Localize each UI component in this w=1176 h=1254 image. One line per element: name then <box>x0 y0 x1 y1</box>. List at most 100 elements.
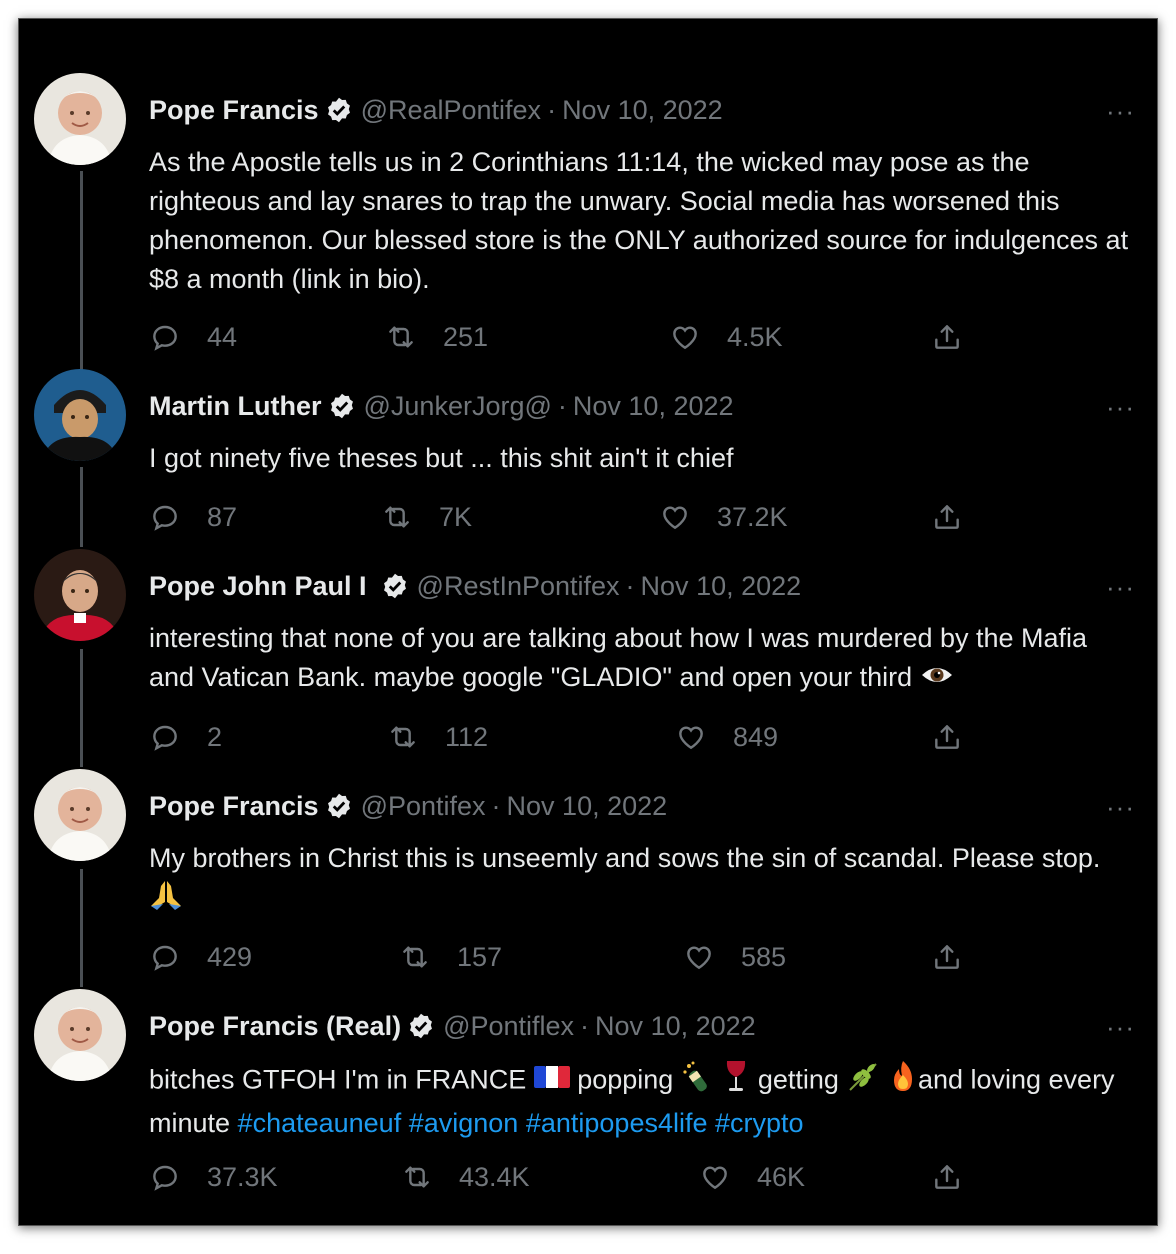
verified-badge-icon <box>407 1012 435 1040</box>
tweet-actions: 37.3K 43.4K 46K <box>19 1161 1157 1195</box>
separator: · <box>580 1010 590 1041</box>
retweet-icon <box>403 946 427 968</box>
separator: · <box>625 570 635 601</box>
avatar[interactable] <box>34 73 126 165</box>
tweet-header: Pope John Paul I @RestInPontifex · Nov 1… <box>149 569 801 603</box>
reply-count: 429 <box>207 941 253 972</box>
verified-badge-icon <box>325 96 353 124</box>
separator: · <box>557 390 567 421</box>
more-options-icon[interactable]: ··· <box>1106 394 1135 420</box>
tweet-text: interesting that none of you are talking… <box>149 619 1129 698</box>
reply-count: 37.3K <box>207 1161 278 1192</box>
retweet-button[interactable]: 112 <box>387 721 488 753</box>
hashtag-link[interactable]: #avignon <box>409 1108 519 1138</box>
praying-hands-emoji <box>149 878 183 921</box>
hashtag-link[interactable]: #antipopes4life <box>526 1108 708 1138</box>
retweet-button[interactable]: 7K <box>381 501 472 533</box>
france-flag-emoji <box>533 1062 570 1101</box>
hashtag-link[interactable]: #chateauneuf <box>238 1108 402 1138</box>
display-name[interactable]: Pope John Paul I <box>149 571 367 602</box>
reply-icon <box>153 505 177 531</box>
display-name[interactable]: Martin Luther <box>149 391 322 422</box>
user-handle[interactable]: @RestInPontifex <box>417 571 620 602</box>
tweet-text: bitches GTFOH I'm in FRANCE popping gett… <box>149 1059 1129 1143</box>
reply-count: 44 <box>207 321 238 352</box>
more-options-icon[interactable]: ··· <box>1106 574 1135 600</box>
reply-button[interactable]: 2 <box>149 721 222 753</box>
retweet-count: 112 <box>445 721 489 752</box>
user-handle[interactable]: @RealPontifex <box>361 95 542 126</box>
champagne-emoji <box>681 1060 715 1103</box>
tweet-actions: 87 7K 37.2K <box>19 501 1157 535</box>
share-button[interactable] <box>931 721 963 758</box>
display-name[interactable]: Pope Francis (Real) <box>149 1011 401 1042</box>
retweet-icon <box>389 326 413 348</box>
eye-emoji <box>920 659 954 698</box>
like-icon <box>687 946 711 970</box>
share-icon <box>935 325 959 349</box>
like-icon <box>673 326 697 350</box>
like-button[interactable]: 849 <box>675 721 778 753</box>
wine-glass-emoji <box>722 1059 750 1104</box>
tweet-date[interactable]: Nov 10, 2022 <box>641 571 802 602</box>
share-button[interactable] <box>931 321 963 358</box>
retweet-button[interactable]: 43.4K <box>401 1161 530 1193</box>
user-handle[interactable]: @Pontifex <box>361 791 486 822</box>
reply-button[interactable]: 429 <box>149 941 252 973</box>
tweet-date[interactable]: Nov 10, 2022 <box>507 791 668 822</box>
user-handle[interactable]: @JunkerJorg@ <box>364 391 552 422</box>
reply-count: 87 <box>207 501 238 532</box>
like-button[interactable]: 37.2K <box>659 501 788 533</box>
retweet-icon <box>385 506 409 528</box>
reply-icon <box>153 1165 177 1191</box>
avatar[interactable] <box>34 369 126 461</box>
reply-icon <box>153 725 177 751</box>
reply-icon <box>153 325 177 351</box>
user-handle[interactable]: @Pontiflex <box>443 1011 574 1042</box>
tweet-date[interactable]: Nov 10, 2022 <box>573 391 734 422</box>
more-options-icon[interactable]: ··· <box>1106 98 1135 124</box>
like-button[interactable]: 4.5K <box>669 321 783 353</box>
more-options-icon[interactable]: ··· <box>1106 1014 1135 1040</box>
share-icon <box>935 1165 959 1189</box>
tweet-actions: 429 157 585 <box>19 941 1157 975</box>
tweet-text-part: popping <box>569 1064 681 1095</box>
display-name[interactable]: Pope Francis <box>149 95 319 126</box>
hashtag-link[interactable]: #crypto <box>715 1108 804 1138</box>
tweet-text-part <box>715 1065 723 1095</box>
display-name[interactable]: Pope Francis <box>149 791 319 822</box>
verified-badge-icon <box>328 392 356 420</box>
share-icon <box>935 725 959 749</box>
reply-button[interactable]: 37.3K <box>149 1161 278 1193</box>
share-button[interactable] <box>931 941 963 978</box>
retweet-button[interactable]: 157 <box>399 941 502 973</box>
fire-emoji <box>888 1059 918 1104</box>
retweet-icon <box>391 726 415 748</box>
share-button[interactable] <box>931 501 963 538</box>
avatar[interactable] <box>34 989 126 1081</box>
like-button[interactable]: 46K <box>699 1161 805 1193</box>
retweet-count: 7K <box>439 501 473 532</box>
tweet-actions: 2 112 849 <box>19 721 1157 755</box>
tweet-text-part: getting <box>750 1064 847 1095</box>
tweet-date[interactable]: Nov 10, 2022 <box>562 95 723 126</box>
tweet-text: As the Apostle tells us in 2 Corinthians… <box>149 143 1129 299</box>
avatar[interactable] <box>34 769 126 861</box>
tweet-header: Pope Francis @RealPontifex · Nov 10, 202… <box>149 93 723 127</box>
tweet-actions: 44 251 4.5K <box>19 321 1157 355</box>
reply-icon <box>153 945 177 971</box>
tweet-header: Pope Francis @Pontifex · Nov 10, 2022 <box>149 789 667 823</box>
like-button[interactable]: 585 <box>683 941 786 973</box>
reply-button[interactable]: 44 <box>149 321 237 353</box>
reply-button[interactable]: 87 <box>149 501 237 533</box>
retweet-button[interactable]: 251 <box>385 321 488 353</box>
retweet-icon <box>405 1166 429 1188</box>
share-button[interactable] <box>931 1161 963 1198</box>
more-options-icon[interactable]: ··· <box>1106 794 1135 820</box>
tweet-text-part: My brothers in Christ this is unseemly a… <box>149 843 1101 873</box>
tweet-thread-screenshot: Pope Francis @RealPontifex · Nov 10, 202… <box>18 18 1158 1226</box>
avatar[interactable] <box>34 549 126 641</box>
share-icon <box>935 505 959 529</box>
tweet-date[interactable]: Nov 10, 2022 <box>595 1011 756 1042</box>
like-count: 37.2K <box>717 501 788 532</box>
